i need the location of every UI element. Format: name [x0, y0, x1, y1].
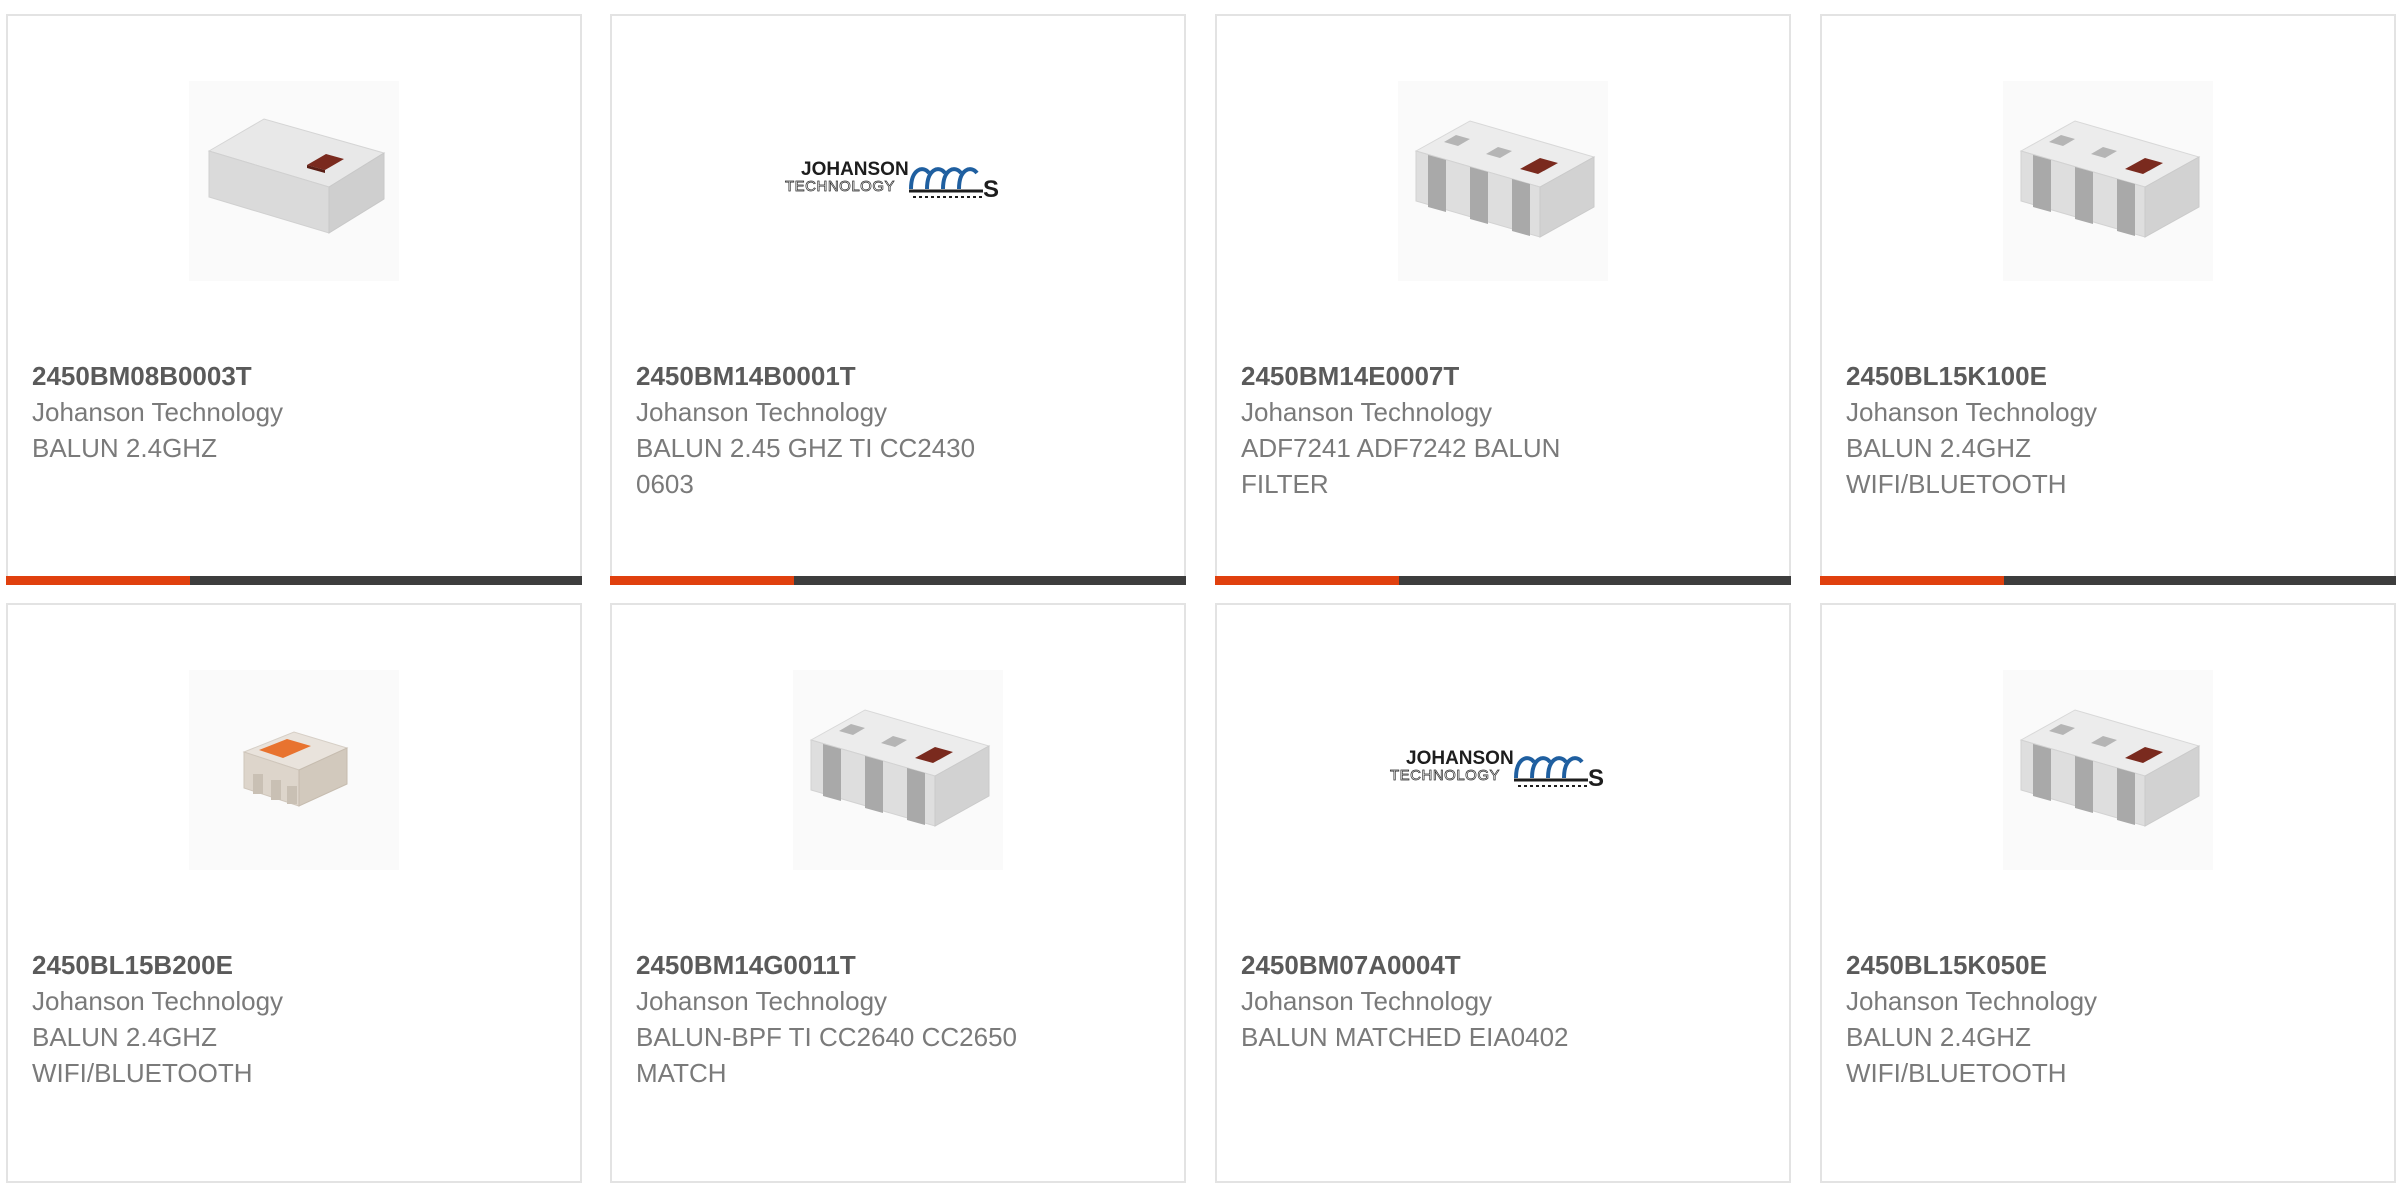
- card-accent-bar: [6, 576, 582, 585]
- chip-terminals-icon: [793, 670, 1003, 870]
- card-accent-highlight: [1215, 576, 1400, 585]
- product-grid: 2450BM08B0003T Johanson Technology BALUN 2…: [0, 0, 2400, 1183]
- manufacturer-name: Johanson Technology: [636, 986, 888, 1016]
- card-accent-bar: [1820, 576, 2396, 585]
- card-accent-highlight: [6, 576, 191, 585]
- product-image[interactable]: [1822, 605, 2394, 935]
- manufacturer-name: Johanson Technology: [32, 986, 284, 1016]
- product-image[interactable]: JOHANSON TECHNOLOGY S: [612, 16, 1184, 346]
- product-image[interactable]: [8, 16, 580, 346]
- chip-terminals-icon: [2003, 670, 2213, 870]
- product-card[interactable]: 2450BL15B200E Johanson Technology BALUN 2.…: [6, 603, 582, 1183]
- svg-text:TECHNOLOGY: TECHNOLOGY: [1390, 767, 1500, 784]
- svg-text:JOHANSON: JOHANSON: [1406, 748, 1514, 769]
- part-number-link[interactable]: 2450BM14B0001T: [636, 358, 1160, 394]
- product-card[interactable]: 2450BM14E0007T Johanson Technology ADF7241…: [1215, 14, 1791, 585]
- product-description: BALUN 2.4GHZ WIFI/BLUETOOTH: [1846, 433, 2067, 499]
- product-info: 2450BM14E0007T Johanson Technology ADF7241…: [1241, 358, 1765, 502]
- svg-text:S: S: [1588, 765, 1604, 792]
- chip-terminals-icon: [2003, 81, 2213, 281]
- part-number-link[interactable]: 2450BM08B0003T: [32, 358, 556, 394]
- product-description: ADF7241 ADF7242 BALUN FILTER: [1241, 433, 1561, 499]
- product-info: 2450BM14G0011T Johanson Technology BALUN-B…: [636, 947, 1160, 1091]
- product-info: 2450BM08B0003T Johanson Technology BALUN 2…: [32, 358, 556, 466]
- part-number-link[interactable]: 2450BM14E0007T: [1241, 358, 1765, 394]
- card-accent-highlight: [1820, 576, 2005, 585]
- product-image[interactable]: [1217, 16, 1789, 346]
- product-image[interactable]: [612, 605, 1184, 935]
- product-description: BALUN 2.45 GHZ TI CC2430 0603: [636, 433, 976, 499]
- product-card[interactable]: 2450BM08B0003T Johanson Technology BALUN 2…: [6, 14, 582, 585]
- svg-text:S: S: [983, 176, 999, 203]
- chip-orange-icon: [189, 670, 399, 870]
- manufacturer-name: Johanson Technology: [1241, 397, 1493, 427]
- product-card[interactable]: JOHANSON TECHNOLOGY S 2450BM07A0004T Joha…: [1215, 603, 1791, 1183]
- product-card[interactable]: JOHANSON TECHNOLOGY S 2450BM14B0001T Joha…: [610, 14, 1186, 585]
- part-number-link[interactable]: 2450BL15K050E: [1846, 947, 2370, 983]
- manufacturer-name: Johanson Technology: [32, 397, 284, 427]
- product-description: BALUN-BPF TI CC2640 CC2650 MATCH: [636, 1022, 1018, 1088]
- product-card[interactable]: 2450BL15K050E Johanson Technology BALUN 2.…: [1820, 603, 2396, 1183]
- product-info: 2450BM14B0001T Johanson Technology BALUN 2…: [636, 358, 1160, 502]
- card-accent-highlight: [610, 576, 795, 585]
- chip-plain-icon: [189, 81, 399, 281]
- johanson-logo: JOHANSON TECHNOLOGY S: [1390, 748, 1604, 792]
- part-number-link[interactable]: 2450BM14G0011T: [636, 947, 1160, 983]
- product-image[interactable]: [1822, 16, 2394, 346]
- product-info: 2450BM07A0004T Johanson Technology BALUN M…: [1241, 947, 1765, 1055]
- manufacturer-name: Johanson Technology: [636, 397, 888, 427]
- card-accent-bar: [610, 576, 1186, 585]
- part-number-link[interactable]: 2450BM07A0004T: [1241, 947, 1765, 983]
- manufacturer-name: Johanson Technology: [1846, 986, 2098, 1016]
- svg-text:TECHNOLOGY: TECHNOLOGY: [785, 178, 895, 195]
- product-card[interactable]: 2450BM14G0011T Johanson Technology BALUN-B…: [610, 603, 1186, 1183]
- chip-terminals-icon: [1398, 81, 1608, 281]
- manufacturer-name: Johanson Technology: [1846, 397, 2098, 427]
- product-image[interactable]: JOHANSON TECHNOLOGY S: [1217, 605, 1789, 935]
- product-info: 2450BL15K100E Johanson Technology BALUN 2.…: [1846, 358, 2370, 502]
- product-description: BALUN 2.4GHZ WIFI/BLUETOOTH: [1846, 1022, 2067, 1088]
- product-description: BALUN MATCHED EIA0402: [1241, 1022, 1569, 1052]
- svg-text:JOHANSON: JOHANSON: [801, 159, 909, 180]
- product-card[interactable]: 2450BL15K100E Johanson Technology BALUN 2.…: [1820, 14, 2396, 585]
- johanson-logo: JOHANSON TECHNOLOGY S: [785, 159, 999, 203]
- product-info: 2450BL15K050E Johanson Technology BALUN 2.…: [1846, 947, 2370, 1091]
- part-number-link[interactable]: 2450BL15K100E: [1846, 358, 2370, 394]
- product-description: BALUN 2.4GHZ: [32, 433, 217, 463]
- product-info: 2450BL15B200E Johanson Technology BALUN 2.…: [32, 947, 556, 1091]
- product-description: BALUN 2.4GHZ WIFI/BLUETOOTH: [32, 1022, 253, 1088]
- product-image[interactable]: [8, 605, 580, 935]
- part-number-link[interactable]: 2450BL15B200E: [32, 947, 556, 983]
- manufacturer-name: Johanson Technology: [1241, 986, 1493, 1016]
- card-accent-bar: [1215, 576, 1791, 585]
